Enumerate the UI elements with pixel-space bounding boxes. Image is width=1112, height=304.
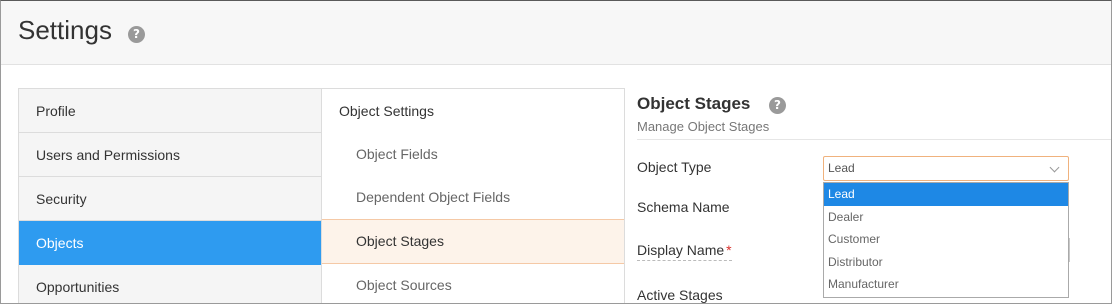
settings-nav: Profile Users and Permissions Security O… [18, 88, 322, 303]
nav-item-opportunities[interactable]: Opportunities [19, 265, 321, 303]
sub-item-object-sources[interactable]: Object Sources [322, 264, 624, 303]
nav-item-users-and-permissions[interactable]: Users and Permissions [19, 133, 321, 177]
chevron-down-icon [1049, 162, 1060, 173]
divider [637, 139, 1111, 140]
display-name-label: Display Name * [637, 242, 732, 261]
page-header: Settings ? [1, 1, 1111, 65]
page-title: Settings [18, 15, 112, 45]
sub-item-object-stages[interactable]: Object Stages [322, 219, 624, 264]
nav-item-objects[interactable]: Objects [19, 221, 321, 265]
dropdown-option-distributor[interactable]: Distributor [824, 251, 1068, 274]
object-type-label: Object Type [637, 159, 712, 175]
sub-item-object-fields[interactable]: Object Fields [322, 133, 624, 176]
object-settings-menu: Object Settings Object Fields Dependent … [321, 88, 625, 303]
nav-item-security[interactable]: Security [19, 177, 321, 221]
nav-item-profile[interactable]: Profile [19, 89, 321, 133]
dropdown-option-customer[interactable]: Customer [824, 228, 1068, 251]
panel-subtitle: Manage Object Stages [637, 119, 770, 134]
panel-title: Object Stages [637, 94, 751, 113]
object-type-dropdown: Lead Dealer Customer Distributor Manufac… [823, 182, 1069, 298]
dropdown-option-dealer[interactable]: Dealer [824, 206, 1068, 229]
schema-name-label: Schema Name [637, 199, 730, 215]
dropdown-option-manufacturer[interactable]: Manufacturer [824, 273, 1068, 296]
active-stages-label: Active Stages [637, 287, 723, 303]
settings-window: Settings ? Profile Users and Permissions… [0, 0, 1112, 304]
help-icon[interactable]: ? [769, 97, 786, 114]
display-name-text: Display Name [637, 242, 725, 258]
required-marker: * [726, 242, 732, 258]
object-type-value: Lead [828, 161, 855, 175]
help-icon[interactable]: ? [128, 26, 145, 43]
object-settings-heading: Object Settings [339, 103, 434, 119]
object-type-select[interactable]: Lead [823, 156, 1069, 181]
sub-item-dependent-object-fields[interactable]: Dependent Object Fields [322, 176, 624, 219]
dropdown-option-lead[interactable]: Lead [824, 183, 1068, 206]
